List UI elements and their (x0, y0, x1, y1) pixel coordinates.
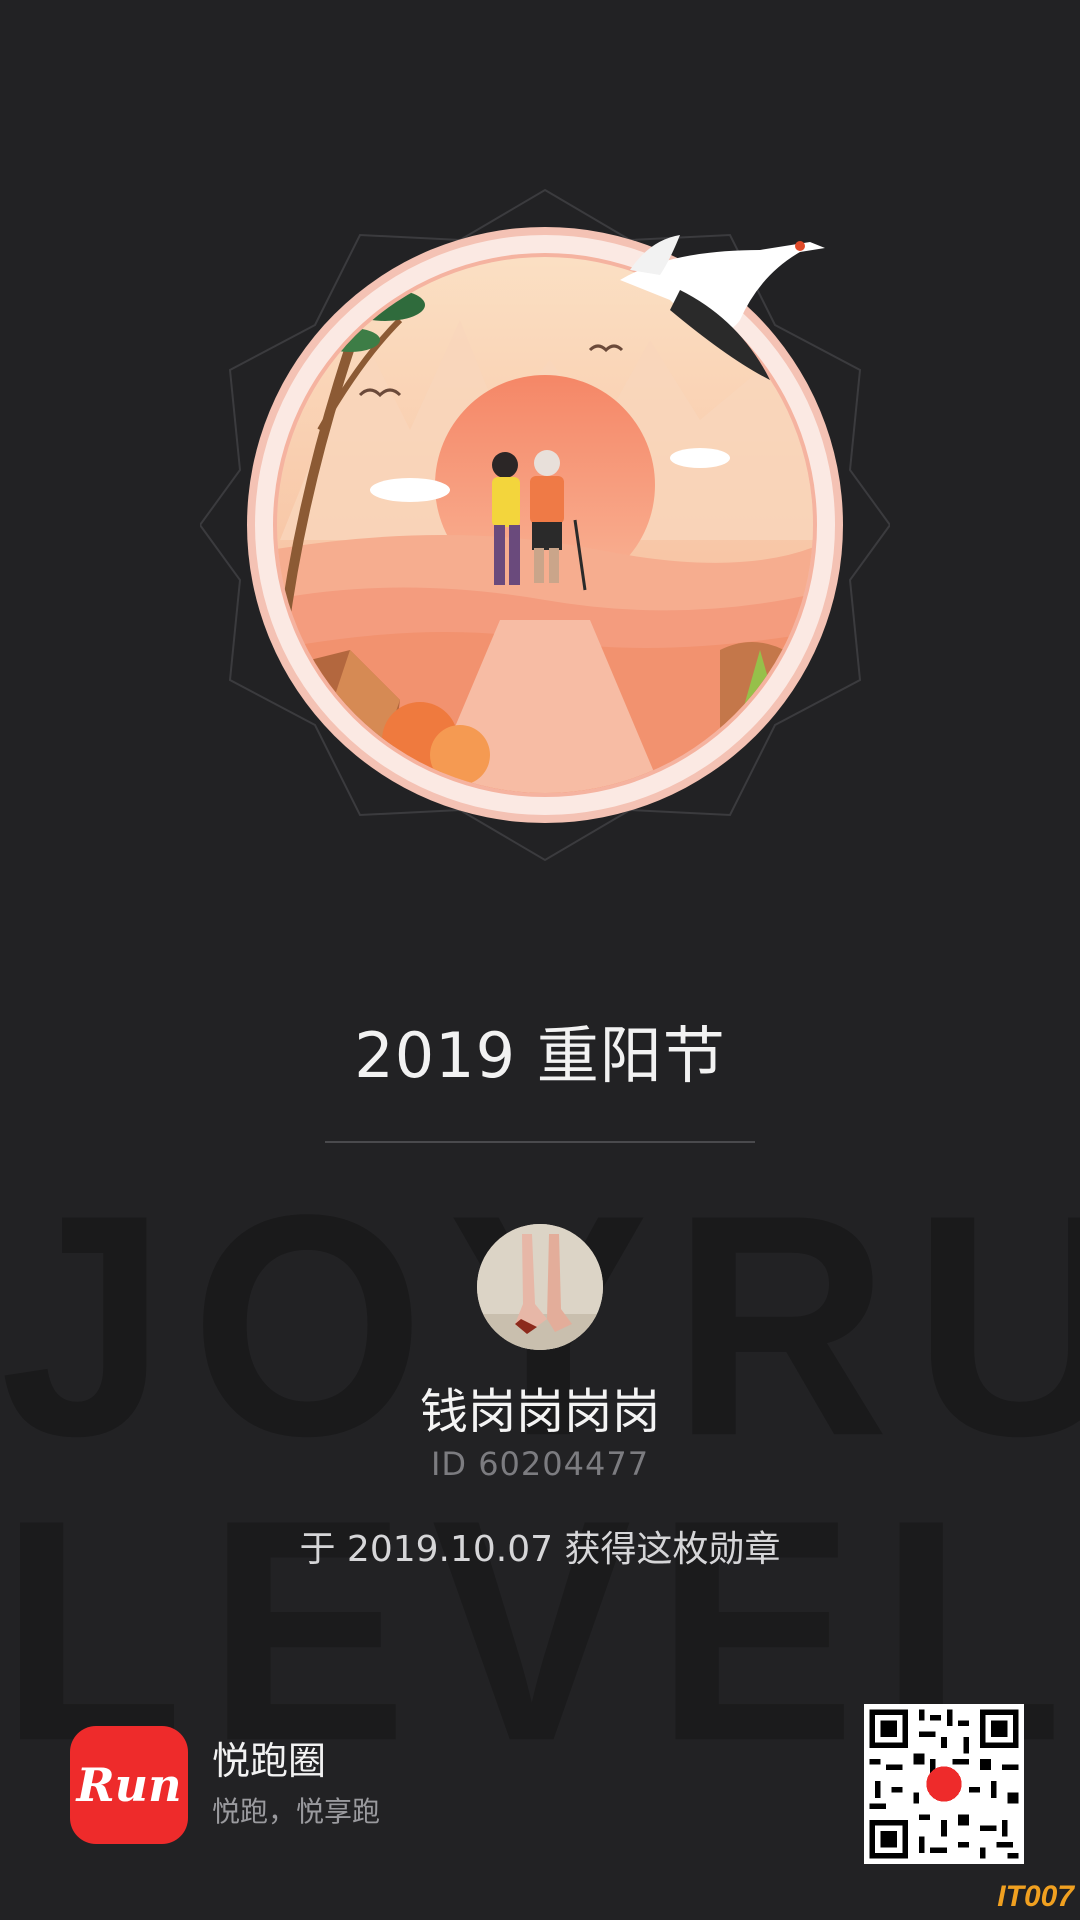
divider (325, 1141, 755, 1143)
user-id: ID 60204477 (430, 1445, 650, 1483)
earned-date-text: 于 2019.10.07 获得这枚勋章 (299, 1529, 781, 1570)
badge-illustration (200, 180, 890, 870)
username: 钱岗岗岗岗 (419, 1384, 660, 1440)
badge-share-page: 2019 重阳节 JOYRUN LEVEL 钱岗岗岗岗 ID 60204477 … (0, 0, 1080, 1920)
corner-logo: IT007 (997, 1880, 1074, 1913)
badge-title: 2019 重阳节 (354, 1019, 726, 1092)
qr-code[interactable] (864, 1704, 1024, 1864)
app-slogan: 悦跑，悦享跑 (212, 1795, 381, 1828)
app-icon[interactable]: Run (70, 1726, 188, 1844)
app-icon-label: Run (76, 1758, 182, 1812)
avatar[interactable] (477, 1224, 603, 1350)
app-name: 悦跑圈 (212, 1739, 327, 1783)
